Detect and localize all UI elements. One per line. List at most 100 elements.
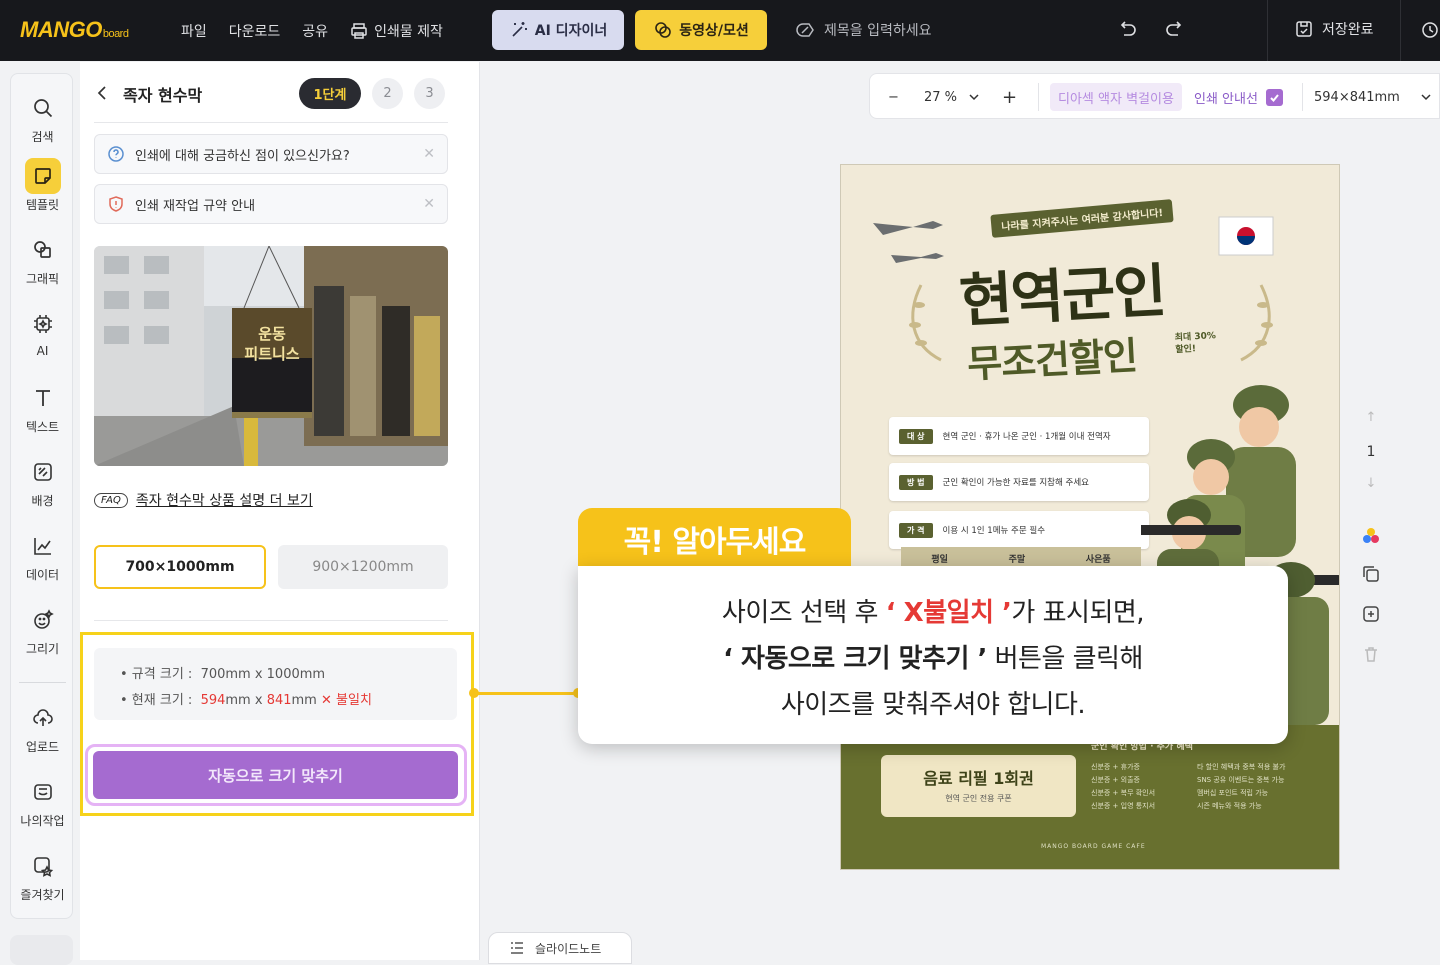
history-icon xyxy=(1422,22,1438,38)
paper-size-select[interactable]: 594×841mm xyxy=(1314,74,1400,120)
menu-file[interactable]: 파일 xyxy=(181,21,207,41)
page-down-button[interactable]: ↓ xyxy=(1358,476,1384,491)
topbar-divider xyxy=(1400,0,1401,61)
arrow-up-icon: ↑ xyxy=(1365,410,1377,425)
print-question-notice[interactable]: 인쇄에 대해 궁금하신 점이 있으신가요? ✕ xyxy=(94,134,448,174)
text-t-icon xyxy=(25,380,61,416)
add-page-icon xyxy=(1363,606,1379,622)
magic-wand-icon xyxy=(512,22,527,37)
close-icon[interactable]: ✕ xyxy=(423,196,435,212)
product-example-photo: 운동 피트니스 xyxy=(94,246,448,466)
nav-collapse-handle[interactable] xyxy=(10,935,73,965)
step-3-badge[interactable]: 3 xyxy=(414,78,445,109)
poster-info-row: 대 상 현역 군인 · 휴가 나온 군인 · 1개월 이내 전역자 xyxy=(889,417,1149,455)
close-icon[interactable]: ✕ xyxy=(423,146,435,162)
print-guide-toggle[interactable]: 인쇄 안내선 xyxy=(1194,74,1283,120)
checkbox-checked-icon[interactable] xyxy=(1265,88,1283,106)
nav-search[interactable]: 검색 xyxy=(11,90,74,145)
product-description-link[interactable]: 족자 현수막 상품 설명 더 보기 xyxy=(136,490,313,510)
color-palette-button[interactable] xyxy=(1358,526,1384,546)
reprint-policy-notice[interactable]: 인쇄 재작업 규약 안내 ✕ xyxy=(94,184,448,224)
poster-max-discount: 최대 30% 할인! xyxy=(1174,331,1217,356)
ai-designer-button[interactable]: AI 디자이너 xyxy=(492,10,624,50)
menu-download[interactable]: 다운로드 xyxy=(229,21,281,41)
korea-flag-icon xyxy=(1218,216,1274,256)
laurel-left-icon xyxy=(909,284,942,362)
nav-data[interactable]: 데이터 xyxy=(11,528,74,583)
nav-draw[interactable]: 그리기 xyxy=(11,602,74,657)
nav-template[interactable]: 템플릿 xyxy=(11,158,74,213)
paper-size-chevron-icon[interactable] xyxy=(1420,74,1432,120)
material-tag[interactable]: 디아섹 액자 벽걸이용 xyxy=(1050,83,1182,111)
step-2-badge[interactable]: 2 xyxy=(372,78,403,109)
divider xyxy=(94,122,448,123)
zoom-out-button[interactable]: − xyxy=(888,74,899,120)
poster-brand: MANGO BOARD GAME CAFE xyxy=(1041,843,1146,850)
faq-link[interactable]: FAQ 족자 현수막 상품 설명 더 보기 xyxy=(94,490,313,510)
size-option-900x1200[interactable]: 900×1200mm xyxy=(278,545,448,589)
document-title-input[interactable]: 제목을 입력하세요 xyxy=(794,20,932,40)
zoom-in-button[interactable]: + xyxy=(1002,74,1017,120)
nav-my-work[interactable]: 나의작업 xyxy=(11,774,74,829)
callout-box: 사이즈 선택 후 ‘ X불일치 ’가 표시되면, ‘ 자동으로 크기 맞추기 ’… xyxy=(578,566,1288,744)
toolbar-divider xyxy=(1038,83,1039,111)
callout-line-1: 사이즈 선택 후 ‘ X불일치 ’가 표시되면, xyxy=(721,598,1145,628)
save-status[interactable]: 저장완료 xyxy=(1294,19,1374,39)
poster-list-right: 타 할인 혜택과 중복 적용 불가 SNS 공유 이벤트는 중복 가능 멤버십 포인… xyxy=(1197,763,1286,810)
video-motion-button[interactable]: 동영상/모션 xyxy=(635,10,767,50)
nav-upload[interactable]: 업로드 xyxy=(11,700,74,755)
search-icon xyxy=(25,90,61,126)
draw-smile-icon xyxy=(25,602,61,638)
zoom-dropdown-chevron-icon[interactable] xyxy=(968,74,980,120)
zoom-level[interactable]: 27 % xyxy=(924,74,957,120)
nav-graphic[interactable]: 그래픽 xyxy=(11,232,74,287)
chevron-left-icon xyxy=(97,86,106,100)
duplicate-button[interactable] xyxy=(1358,564,1384,584)
back-button[interactable] xyxy=(94,84,112,102)
graphic-shapes-icon xyxy=(25,232,61,268)
step-1-badge[interactable]: 1단계 xyxy=(299,78,361,109)
template-icon xyxy=(24,158,61,194)
arrow-down-icon: ↓ xyxy=(1365,476,1377,491)
nav-ai[interactable]: AI xyxy=(11,306,74,358)
question-icon xyxy=(108,146,124,162)
callout-line-2: ‘ 자동으로 크기 맞추기 ’ 버튼을 클릭해 xyxy=(723,644,1143,674)
slide-notes-tab[interactable]: 슬라이드노트 xyxy=(488,932,632,964)
divider xyxy=(94,620,448,621)
top-bar: MANGO board 파일 다운로드 공유 인쇄물 제작 AI 디자이너 동영상… xyxy=(0,0,1440,61)
menu-share[interactable]: 공유 xyxy=(302,21,328,41)
nav-text[interactable]: 텍스트 xyxy=(11,380,74,435)
main-menu: 파일 다운로드 공유 인쇄물 제작 xyxy=(181,0,443,61)
undo-button[interactable] xyxy=(1116,20,1138,40)
panel-title: 족자 현수막 xyxy=(123,86,203,105)
add-page-button[interactable] xyxy=(1358,604,1384,624)
poster-list-left: 신분증 + 휴가증 신분증 + 외출증 신분증 + 복무 확인서 신분증 + 입영 통… xyxy=(1091,763,1156,810)
poster-artboard[interactable]: 나라를 지켜주시는 여러분 감사합니다! 현역군인 무조건할인 최대 30% 할… xyxy=(840,164,1340,870)
page-up-button[interactable]: ↑ xyxy=(1358,410,1384,425)
mismatch-label: 불일치 xyxy=(336,693,372,708)
page-counter: 1 xyxy=(1366,444,1376,460)
callout-connector xyxy=(474,692,578,695)
poster-coupon: 음료 리필 1회권 현역 군인 전용 쿠폰 xyxy=(881,755,1076,817)
mango-board-logo[interactable]: MANGO board xyxy=(20,17,129,43)
mismatch-x-icon: ✕ xyxy=(320,693,332,708)
print-options-panel: 족자 현수막 1단계 2 3 인쇄에 대해 궁금하신 점이 있으신가요? ✕ 인… xyxy=(80,62,480,960)
shield-alert-icon xyxy=(109,196,123,212)
menu-print-production[interactable]: 인쇄물 제작 xyxy=(350,21,443,41)
callout-line-3: 사이즈를 맞춰주셔야 합니다. xyxy=(780,690,1086,720)
toolbar-divider xyxy=(1302,83,1303,111)
copy-icon xyxy=(1363,566,1379,582)
redo-button[interactable] xyxy=(1164,20,1186,40)
size-info-box: • 규격 크기 : 700mm x 1000mm • 현재 크기 : 594mm… xyxy=(94,648,457,720)
nav-favorites[interactable]: 즐겨찾기 xyxy=(11,848,74,903)
auto-fit-size-button[interactable]: 자동으로 크기 맞추기 xyxy=(93,751,458,799)
save-icon xyxy=(1296,21,1312,37)
delete-page-button[interactable] xyxy=(1358,644,1384,664)
poster-info-row: 방 법 군인 확인이 가능한 자료를 지참해 주세요 xyxy=(889,463,1149,501)
nav-background[interactable]: 배경 xyxy=(11,454,74,509)
history-button[interactable] xyxy=(1420,20,1440,40)
size-option-700x1000[interactable]: 700×1000mm xyxy=(94,545,266,589)
color-dots-icon xyxy=(1363,528,1379,543)
my-work-icon xyxy=(25,774,61,810)
laurel-right-icon xyxy=(1240,284,1273,362)
